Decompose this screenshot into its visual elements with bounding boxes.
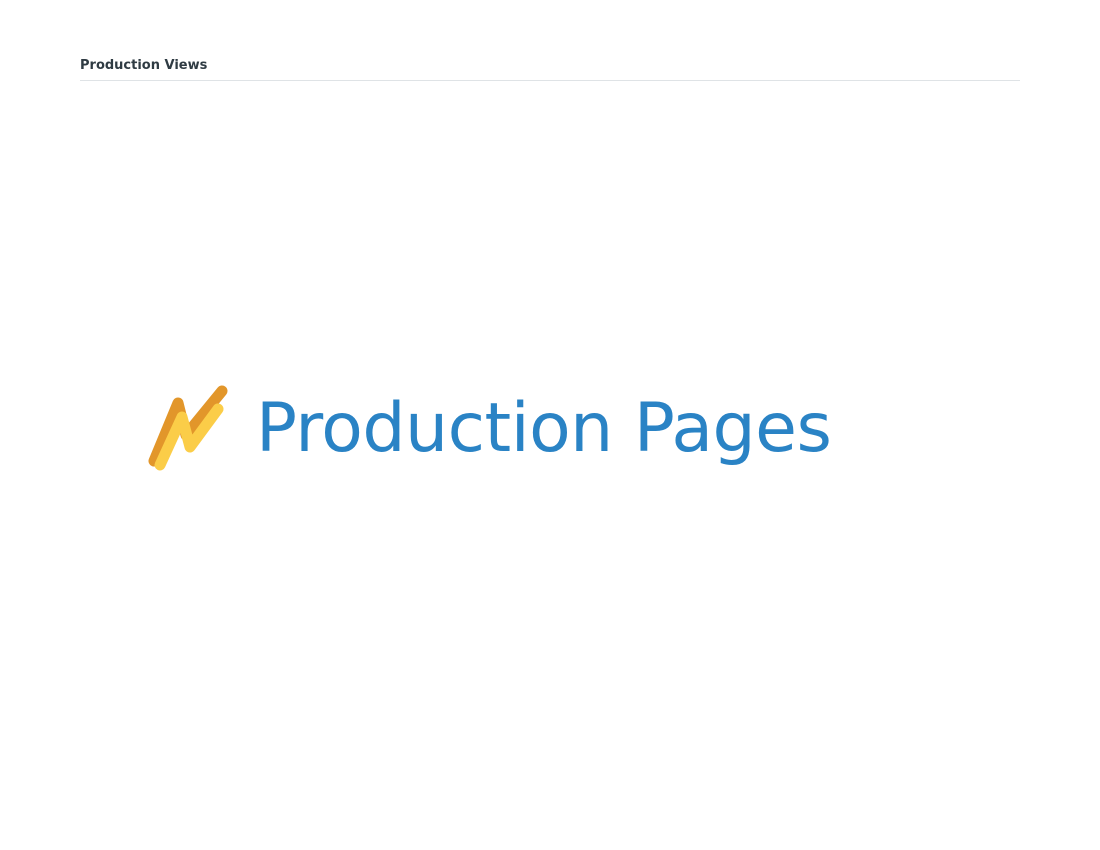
page-title: Production Views: [80, 58, 208, 73]
brand-name: Production Pages: [256, 389, 832, 468]
brand-lockup: Production Pages: [148, 385, 868, 475]
lightning-zigzag-icon: [148, 385, 228, 471]
page-header: Production Views: [80, 58, 1020, 81]
